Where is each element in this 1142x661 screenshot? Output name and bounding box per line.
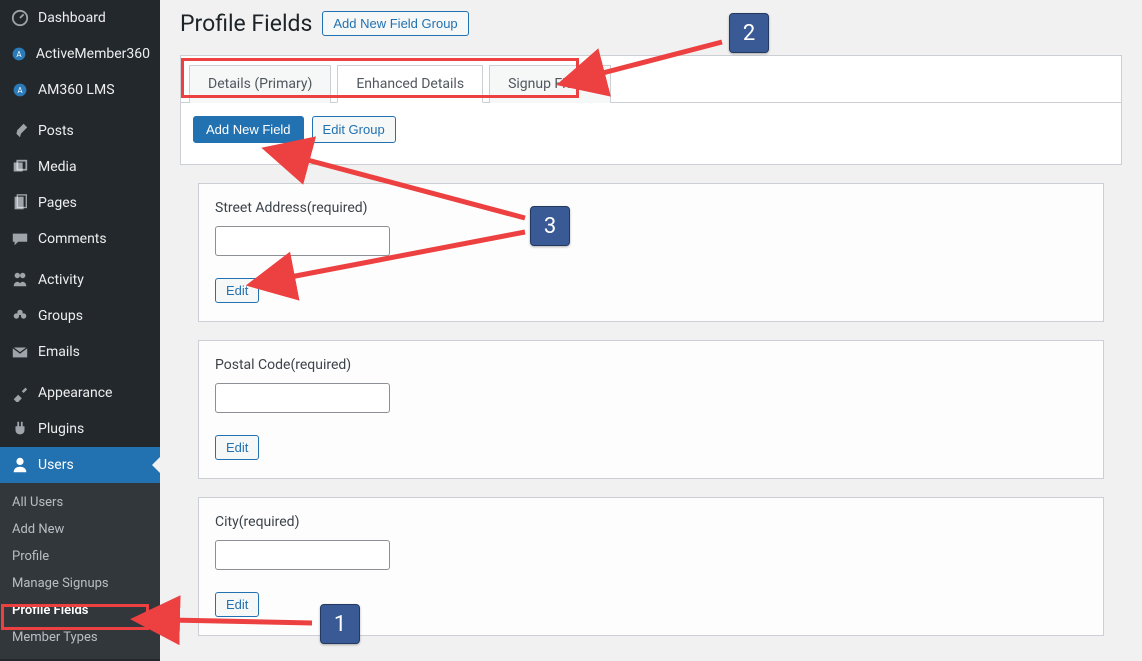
users-submenu: All Users Add New Profile Manage Signups… bbox=[0, 483, 160, 659]
field-label: Postal Code (required) bbox=[215, 357, 1087, 373]
sidebar-item-pages[interactable]: Pages bbox=[0, 185, 160, 221]
field-label: Street Address (required) bbox=[215, 200, 1087, 216]
tab-details-primary[interactable]: Details (Primary) bbox=[189, 65, 331, 103]
plugins-icon bbox=[10, 419, 30, 439]
edit-group-button[interactable]: Edit Group bbox=[312, 116, 396, 143]
field-required-suffix: (required) bbox=[290, 357, 351, 373]
sidebar-item-label: Emails bbox=[38, 344, 80, 360]
sidebar-item-emails[interactable]: Emails bbox=[0, 334, 160, 370]
sidebar-item-label: ActiveMember360 bbox=[36, 46, 150, 62]
field-card-street-address: Street Address (required) Edit bbox=[198, 183, 1104, 322]
field-card-postal-code: Postal Code (required) Edit bbox=[198, 340, 1104, 479]
sidebar-item-groups[interactable]: Groups bbox=[0, 298, 160, 334]
submenu-all-users[interactable]: All Users bbox=[0, 489, 160, 516]
sidebar-item-plugins[interactable]: Plugins bbox=[0, 411, 160, 447]
sidebar-item-am360-lms[interactable]: A AM360 LMS bbox=[0, 72, 160, 108]
groups-icon bbox=[10, 306, 30, 326]
user-icon bbox=[10, 455, 30, 475]
sidebar-item-label: Plugins bbox=[38, 421, 84, 437]
svg-text:A: A bbox=[17, 86, 23, 95]
edit-field-button[interactable]: Edit bbox=[215, 278, 259, 303]
add-new-field-button[interactable]: Add New Field bbox=[193, 116, 304, 143]
field-required-suffix: (required) bbox=[239, 514, 300, 530]
field-input-street-address[interactable] bbox=[215, 226, 390, 256]
field-name: Street Address bbox=[215, 200, 307, 216]
sidebar-item-label: Users bbox=[38, 457, 74, 473]
dashboard-icon bbox=[10, 8, 30, 28]
field-input-postal-code[interactable] bbox=[215, 383, 390, 413]
tab-actions-row: Add New Field Edit Group bbox=[181, 103, 1121, 149]
media-icon bbox=[10, 157, 30, 177]
sidebar-item-posts[interactable]: Posts bbox=[0, 113, 160, 149]
page-title-row: Profile Fields Add New Field Group bbox=[180, 10, 1122, 37]
admin-sidebar: Dashboard A ActiveMember360 A AM360 LMS … bbox=[0, 0, 160, 661]
sidebar-item-label: Comments bbox=[38, 231, 107, 247]
sidebar-item-activity[interactable]: Activity bbox=[0, 262, 160, 298]
appearance-icon bbox=[10, 383, 30, 403]
edit-field-button[interactable]: Edit bbox=[215, 435, 259, 460]
sidebar-item-activemember360[interactable]: A ActiveMember360 bbox=[0, 36, 160, 72]
field-required-suffix: (required) bbox=[307, 200, 368, 216]
submenu-profile-fields[interactable]: Profile Fields bbox=[0, 597, 160, 624]
sidebar-item-label: Groups bbox=[38, 308, 83, 324]
sidebar-item-label: Activity bbox=[38, 272, 84, 288]
am360-icon: A bbox=[10, 80, 30, 100]
sidebar-item-label: Media bbox=[38, 159, 77, 175]
activity-icon bbox=[10, 270, 30, 290]
sidebar-item-media[interactable]: Media bbox=[0, 149, 160, 185]
field-name: Postal Code bbox=[215, 357, 290, 373]
field-input-city[interactable] bbox=[215, 540, 390, 570]
field-group-tab-panel: Details (Primary) Enhanced Details Signu… bbox=[180, 55, 1122, 165]
sidebar-item-users[interactable]: Users bbox=[0, 447, 160, 483]
sidebar-item-label: Appearance bbox=[38, 385, 112, 401]
tab-signup-fields[interactable]: Signup Fields bbox=[489, 65, 610, 103]
sidebar-item-label: Dashboard bbox=[38, 10, 106, 26]
submenu-member-types[interactable]: Member Types bbox=[0, 624, 160, 651]
sidebar-item-label: Pages bbox=[38, 195, 77, 211]
field-name: City bbox=[215, 514, 239, 530]
edit-field-button[interactable]: Edit bbox=[215, 592, 259, 617]
sidebar-item-comments[interactable]: Comments bbox=[0, 221, 160, 257]
submenu-add-new[interactable]: Add New bbox=[0, 516, 160, 543]
svg-text:A: A bbox=[16, 50, 22, 59]
submenu-profile[interactable]: Profile bbox=[0, 543, 160, 570]
main-content: Profile Fields Add New Field Group Detai… bbox=[160, 0, 1142, 661]
submenu-manage-signups[interactable]: Manage Signups bbox=[0, 570, 160, 597]
field-card-city: City (required) Edit bbox=[198, 497, 1104, 636]
sidebar-item-label: Posts bbox=[38, 123, 74, 139]
sidebar-item-dashboard[interactable]: Dashboard bbox=[0, 0, 160, 36]
pages-icon bbox=[10, 193, 30, 213]
tab-enhanced-details[interactable]: Enhanced Details bbox=[337, 65, 483, 103]
add-field-group-button[interactable]: Add New Field Group bbox=[322, 11, 468, 36]
comment-icon bbox=[10, 229, 30, 249]
sidebar-item-label: AM360 LMS bbox=[38, 82, 115, 98]
page-title: Profile Fields bbox=[180, 10, 312, 37]
email-icon bbox=[10, 342, 30, 362]
field-group-tabs: Details (Primary) Enhanced Details Signu… bbox=[181, 56, 1121, 103]
am360-icon: A bbox=[10, 44, 28, 64]
sidebar-item-appearance[interactable]: Appearance bbox=[0, 375, 160, 411]
field-label: City (required) bbox=[215, 514, 1087, 530]
pin-icon bbox=[10, 121, 30, 141]
